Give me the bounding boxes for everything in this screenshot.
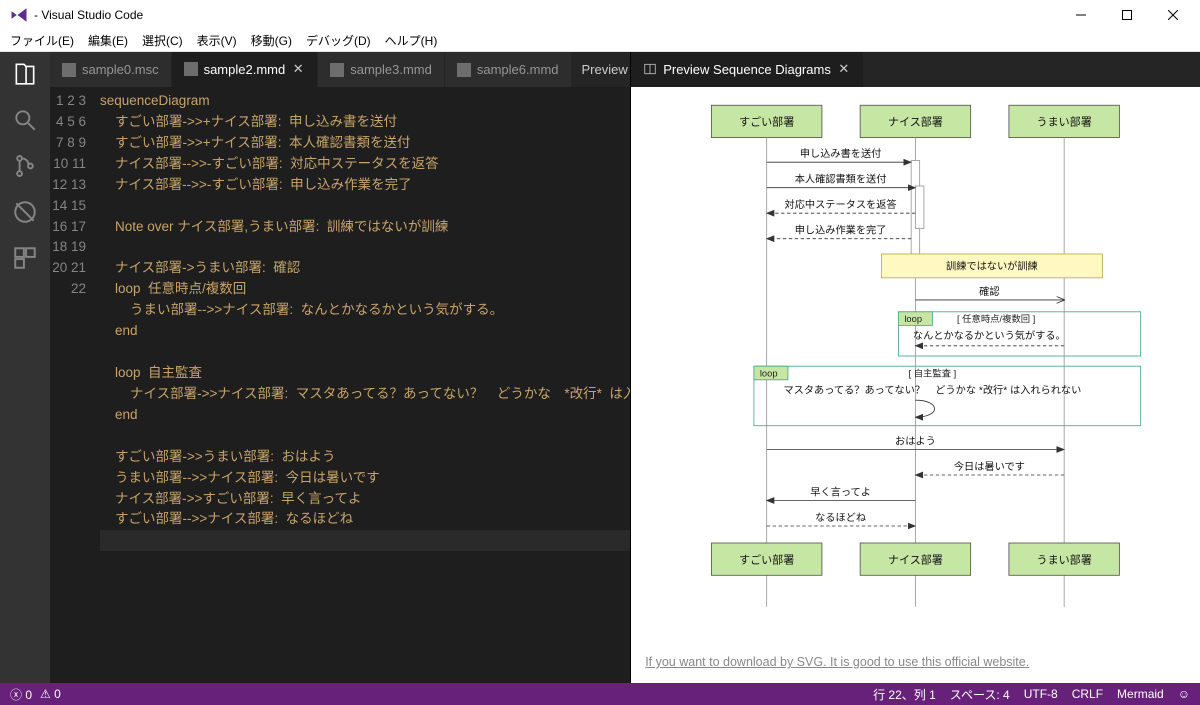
preview-icon: [643, 62, 657, 76]
code-editor[interactable]: 1 2 3 4 5 6 7 8 9 10 11 12 13 14 15 16 1…: [50, 87, 630, 683]
preview-body: すごい部署 ナイス部署 うまい部署 申し込み書を送付 本人確認書類を送付: [631, 87, 1200, 683]
minimize-button[interactable]: [1058, 0, 1104, 30]
vs-logo-icon: [10, 6, 28, 24]
svg-text:申し込み作業を完了: 申し込み作業を完了: [795, 224, 887, 237]
tab-sample0[interactable]: sample0.msc: [50, 52, 172, 87]
download-link[interactable]: If you want to download by SVG. It is go…: [645, 655, 1186, 669]
status-errors[interactable]: ⓧ 0: [10, 686, 32, 703]
status-spaces[interactable]: スペース: 4: [950, 686, 1010, 703]
file-icon: [457, 63, 471, 77]
code-body[interactable]: sequenceDiagram すごい部署->>+ナイス部署: 申し込み書を送付…: [100, 87, 630, 683]
status-encoding[interactable]: UTF-8: [1024, 687, 1058, 701]
svg-text:ナイス部署: ナイス部署: [888, 552, 943, 566]
tab-label: sample3.mmd: [350, 62, 432, 77]
svg-text:[ 任意時点/複数回 ]: [ 任意時点/複数回 ]: [957, 313, 1035, 324]
status-lang[interactable]: Mermaid: [1117, 687, 1164, 701]
editor-tabs: sample0.msc sample2.mmd ✕ sample3.mmd sam…: [50, 52, 630, 87]
svg-text:ナイス部署: ナイス部署: [888, 115, 943, 129]
tab-sample2[interactable]: sample2.mmd ✕: [172, 52, 319, 87]
menu-edit[interactable]: 編集(E): [82, 32, 134, 49]
tab-label: sample2.mmd: [204, 62, 286, 77]
tab-label: sample0.msc: [82, 62, 159, 77]
svg-text:すごい部署: すごい部署: [739, 552, 794, 566]
file-icon: [330, 63, 344, 77]
svg-text:本人確認書類を送付: 本人確認書類を送付: [795, 173, 887, 186]
file-icon: [184, 62, 198, 76]
preview-group: Preview Sequence Diagrams ✕ すごい部署 ナイス部署 …: [630, 52, 1200, 683]
svg-text:対応中ステータスを返答: 対応中ステータスを返答: [785, 198, 897, 211]
menu-go[interactable]: 移動(G): [245, 32, 298, 49]
svg-text:なんとかなるかという気がする。: なんとかなるかという気がする。: [913, 329, 1066, 342]
menu-debug[interactable]: デバッグ(D): [300, 32, 377, 49]
tab-label: Preview Sequence Diagrams: [663, 62, 831, 77]
svg-text:早く言ってよ: 早く言ってよ: [810, 485, 871, 498]
preview-tabs: Preview Sequence Diagrams ✕: [631, 52, 1200, 87]
git-icon[interactable]: [11, 152, 39, 180]
svg-text:おはよう: おはよう: [895, 435, 936, 447]
svg-text:なるほどね: なるほどね: [815, 512, 866, 524]
tab-preview[interactable]: Preview Sequence Diagrams ✕: [631, 52, 864, 87]
svg-text:すごい部署: すごい部署: [739, 115, 794, 129]
close-icon[interactable]: ✕: [291, 62, 305, 76]
menu-select[interactable]: 選択(C): [136, 32, 189, 49]
close-button[interactable]: [1150, 0, 1196, 30]
menu-bar: ファイル(E) 編集(E) 選択(C) 表示(V) 移動(G) デバッグ(D) …: [0, 30, 1200, 52]
status-feedback-icon[interactable]: ☺: [1178, 687, 1190, 701]
svg-text:申し込み書を送付: 申し込み書を送付: [800, 147, 881, 160]
extensions-icon[interactable]: [11, 244, 39, 272]
svg-text:訓練ではないが訓練: 訓練ではないが訓練: [946, 259, 1038, 272]
svg-text:[ 自主監査 ]: [ 自主監査 ]: [909, 367, 957, 378]
svg-text:今日は暑いです: 今日は暑いです: [954, 460, 1025, 473]
svg-text:loop: loop: [905, 314, 923, 324]
editor-group: sample0.msc sample2.mmd ✕ sample3.mmd sam…: [50, 52, 630, 683]
content: sample0.msc sample2.mmd ✕ sample3.mmd sam…: [50, 52, 1200, 683]
status-warnings[interactable]: ⚠ 0: [40, 687, 61, 701]
status-cursor[interactable]: 行 22、列 1: [873, 686, 936, 703]
preview-label: Preview: [582, 62, 628, 77]
file-icon: [62, 63, 76, 77]
svg-text:うまい部署: うまい部署: [1037, 115, 1092, 129]
svg-text:loop: loop: [760, 368, 778, 378]
title-bar: - Visual Studio Code: [0, 0, 1200, 30]
explorer-icon[interactable]: [11, 60, 39, 88]
close-icon[interactable]: ✕: [837, 62, 851, 76]
search-icon[interactable]: [11, 106, 39, 134]
main-area: sample0.msc sample2.mmd ✕ sample3.mmd sam…: [0, 52, 1200, 683]
sequence-diagram: すごい部署 ナイス部署 うまい部署 申し込み書を送付 本人確認書類を送付: [645, 101, 1186, 645]
tab-sample3[interactable]: sample3.mmd: [318, 52, 445, 87]
svg-text:うまい部署: うまい部署: [1037, 552, 1092, 566]
maximize-button[interactable]: [1104, 0, 1150, 30]
svg-text:確認: 確認: [979, 285, 999, 298]
tab-label: sample6.mmd: [477, 62, 559, 77]
status-eol[interactable]: CRLF: [1072, 687, 1103, 701]
tab-sample6[interactable]: sample6.mmd: [445, 52, 572, 87]
svg-text:マスタあってる？あってない？ どうかな *改行* は入れられ: マスタあってる？あってない？ どうかな *改行* は入れられない: [784, 383, 1082, 396]
window-title: - Visual Studio Code: [34, 8, 1058, 22]
debug-icon[interactable]: [11, 198, 39, 226]
activity-bar: [0, 52, 50, 683]
menu-file[interactable]: ファイル(E): [4, 32, 80, 49]
menu-help[interactable]: ヘルプ(H): [379, 32, 444, 49]
status-bar: ⓧ 0 ⚠ 0 行 22、列 1 スペース: 4 UTF-8 CRLF Merm…: [0, 683, 1200, 705]
menu-view[interactable]: 表示(V): [191, 32, 243, 49]
line-gutter: 1 2 3 4 5 6 7 8 9 10 11 12 13 14 15 16 1…: [50, 87, 100, 683]
